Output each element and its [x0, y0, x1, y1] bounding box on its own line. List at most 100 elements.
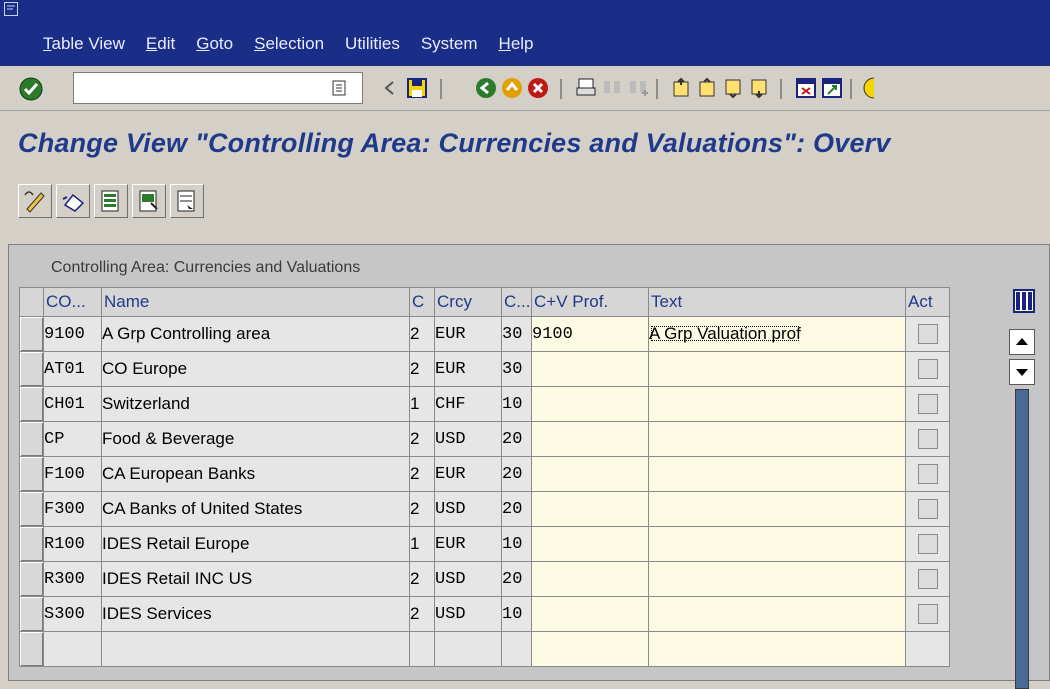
active-checkbox[interactable] — [917, 499, 938, 519]
cell-co[interactable]: CH01 — [43, 386, 102, 422]
cell-c2[interactable]: 10 — [501, 386, 532, 422]
select-block-button[interactable] — [132, 184, 166, 218]
cell-text[interactable] — [648, 421, 906, 457]
cell-crcy[interactable] — [434, 631, 502, 667]
cell-act[interactable] — [905, 316, 950, 352]
cell-c[interactable]: 2 — [409, 456, 435, 492]
row-selector[interactable] — [19, 456, 44, 492]
cell-crcy[interactable]: USD — [434, 421, 502, 457]
col-header-text[interactable]: Text — [648, 287, 906, 317]
back-arrow-icon[interactable] — [378, 76, 402, 100]
cell-text[interactable] — [648, 526, 906, 562]
vertical-scrollbar[interactable] — [1009, 329, 1037, 689]
select-all-rows-button[interactable] — [19, 287, 44, 317]
cell-c[interactable]: 2 — [409, 316, 435, 352]
cell-text[interactable] — [648, 491, 906, 527]
find-next-icon[interactable] — [626, 76, 650, 100]
cell-act[interactable] — [905, 386, 950, 422]
menu-selection[interactable]: Selection — [254, 34, 324, 54]
cell-co[interactable]: CP — [43, 421, 102, 457]
cell-act[interactable] — [905, 421, 950, 457]
cell-name[interactable]: IDES Services — [101, 596, 410, 632]
cell-text[interactable] — [648, 351, 906, 387]
active-checkbox[interactable] — [917, 429, 938, 449]
cell-c[interactable] — [409, 631, 435, 667]
row-selector[interactable] — [19, 596, 44, 632]
cell-name[interactable]: CA European Banks — [101, 456, 410, 492]
cell-cv-prof[interactable] — [531, 386, 649, 422]
find-icon[interactable] — [600, 76, 624, 100]
cell-crcy[interactable]: USD — [434, 561, 502, 597]
cell-co[interactable]: AT01 — [43, 351, 102, 387]
active-checkbox[interactable] — [917, 394, 938, 414]
cell-c[interactable]: 2 — [409, 421, 435, 457]
row-selector[interactable] — [19, 561, 44, 597]
scroll-down-button[interactable] — [1009, 359, 1035, 385]
cell-cv-prof[interactable] — [531, 596, 649, 632]
cell-crcy[interactable]: EUR — [434, 316, 502, 352]
cell-crcy[interactable]: CHF — [434, 386, 502, 422]
cell-cv-prof[interactable] — [531, 631, 649, 667]
cell-name[interactable]: IDES Retail INC US — [101, 561, 410, 597]
cell-c[interactable]: 1 — [409, 386, 435, 422]
col-header-crcy[interactable]: Crcy — [434, 287, 502, 317]
cell-cv-prof[interactable] — [531, 456, 649, 492]
cell-name[interactable]: Switzerland — [101, 386, 410, 422]
cell-co[interactable] — [43, 631, 102, 667]
cell-co[interactable]: F100 — [43, 456, 102, 492]
deselect-all-button[interactable] — [170, 184, 204, 218]
active-checkbox[interactable] — [917, 324, 938, 344]
back-icon[interactable] — [474, 76, 498, 100]
cell-co[interactable]: R300 — [43, 561, 102, 597]
save-icon[interactable] — [405, 76, 429, 100]
cell-co[interactable]: F300 — [43, 491, 102, 527]
cell-text[interactable] — [648, 456, 906, 492]
print-icon[interactable] — [574, 76, 598, 100]
col-header-c2[interactable]: C... — [501, 287, 532, 317]
cell-text[interactable]: A Grp Valuation prof — [648, 316, 906, 352]
cell-c2[interactable]: 20 — [501, 491, 532, 527]
menu-table-view[interactable]: Table View — [43, 34, 125, 54]
cell-name[interactable]: CA Banks of United States — [101, 491, 410, 527]
command-field[interactable] — [73, 72, 363, 104]
cell-c2[interactable]: 30 — [501, 351, 532, 387]
next-page-icon[interactable] — [722, 76, 746, 100]
cell-c2[interactable]: 20 — [501, 561, 532, 597]
cell-crcy[interactable]: USD — [434, 596, 502, 632]
cell-c[interactable]: 1 — [409, 526, 435, 562]
cell-name[interactable]: A Grp Controlling area — [101, 316, 410, 352]
col-header-act[interactable]: Act — [905, 287, 950, 317]
col-header-c[interactable]: C — [409, 287, 435, 317]
cell-act[interactable] — [905, 456, 950, 492]
cell-c[interactable]: 2 — [409, 561, 435, 597]
cell-act[interactable] — [905, 631, 950, 667]
cell-text[interactable] — [648, 561, 906, 597]
cell-crcy[interactable]: EUR — [434, 351, 502, 387]
shortcut-icon[interactable] — [820, 76, 844, 100]
cell-cv-prof[interactable]: 9100 — [531, 316, 649, 352]
first-page-icon[interactable] — [670, 76, 694, 100]
row-selector[interactable] — [19, 386, 44, 422]
scroll-up-button[interactable] — [1009, 329, 1035, 355]
row-selector[interactable] — [19, 421, 44, 457]
create-session-icon[interactable] — [794, 76, 818, 100]
cell-c2[interactable]: 20 — [501, 421, 532, 457]
exit-icon[interactable] — [500, 76, 524, 100]
cell-co[interactable]: 9100 — [43, 316, 102, 352]
table-settings-icon[interactable] — [1013, 289, 1035, 313]
cell-c2[interactable]: 20 — [501, 456, 532, 492]
active-checkbox[interactable] — [917, 464, 938, 484]
cell-cv-prof[interactable] — [531, 351, 649, 387]
col-header-co[interactable]: CO... — [43, 287, 102, 317]
previous-page-icon[interactable] — [696, 76, 720, 100]
cell-co[interactable]: R100 — [43, 526, 102, 562]
active-checkbox[interactable] — [917, 359, 938, 379]
col-header-cv-prof[interactable]: C+V Prof. — [531, 287, 649, 317]
cell-c2[interactable] — [501, 631, 532, 667]
cell-text[interactable] — [648, 631, 906, 667]
cell-act[interactable] — [905, 351, 950, 387]
cell-c2[interactable]: 10 — [501, 596, 532, 632]
select-all-button[interactable] — [94, 184, 128, 218]
cell-c2[interactable]: 30 — [501, 316, 532, 352]
menu-help[interactable]: Help — [499, 34, 534, 54]
